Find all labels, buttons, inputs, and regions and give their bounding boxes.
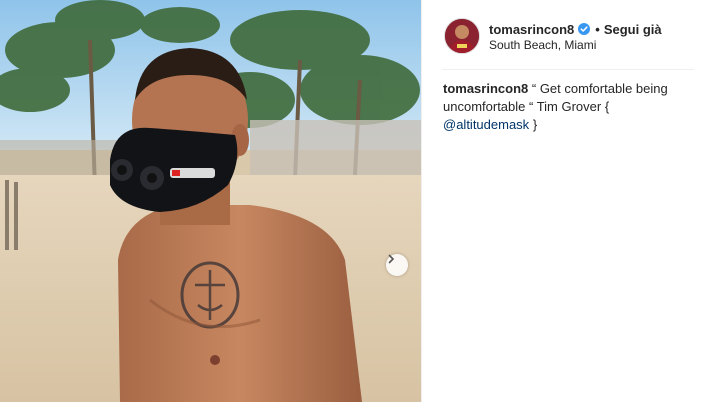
username-link[interactable]: tomasrincon8: [489, 22, 574, 37]
header-user-line: tomasrincon8 • Segui già: [489, 20, 662, 38]
next-photo-button[interactable]: [386, 254, 408, 276]
divider: [442, 69, 694, 70]
post-header: tomasrincon8 • Segui già South Beach, Mi…: [422, 0, 712, 70]
post-photo: [0, 0, 421, 402]
location-link[interactable]: South Beach, Miami: [489, 38, 596, 52]
avatar[interactable]: [444, 18, 480, 54]
instagram-post: tomasrincon8 • Segui già South Beach, Mi…: [0, 0, 712, 402]
post-image: [0, 0, 421, 402]
mention-link[interactable]: @altitudemask: [443, 117, 529, 132]
caption-text-end: }: [532, 117, 538, 132]
avatar-image: [445, 19, 479, 53]
separator-dot: •: [595, 21, 600, 37]
caption-username-link[interactable]: tomasrincon8: [443, 81, 528, 96]
post-side-panel: tomasrincon8 • Segui già South Beach, Mi…: [421, 0, 712, 402]
post-caption: tomasrincon8 “ Get comfortable being unc…: [443, 80, 693, 134]
verified-badge-icon: [578, 23, 591, 35]
follow-button[interactable]: Segui già: [604, 22, 662, 37]
chevron-right-icon: [388, 254, 395, 264]
